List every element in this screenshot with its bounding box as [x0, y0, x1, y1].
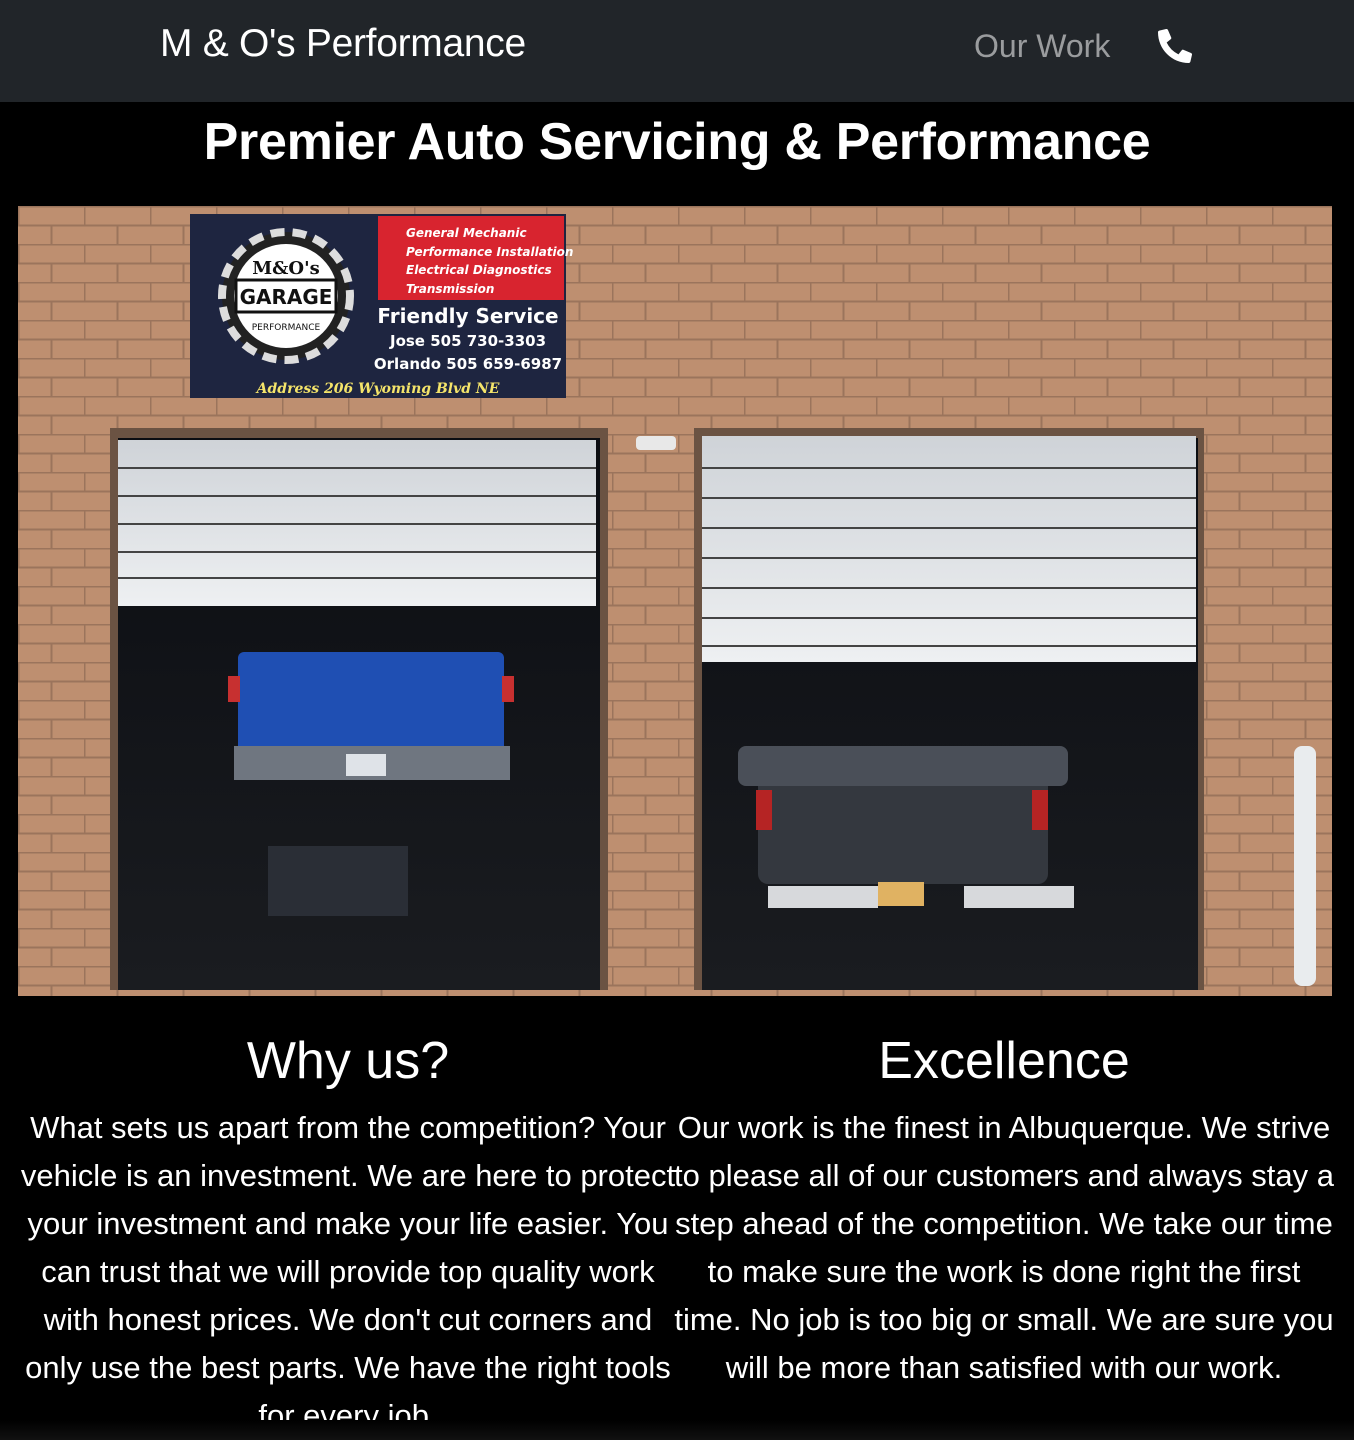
garage-bay-right	[694, 428, 1204, 990]
sign-tagline: Friendly Service	[377, 304, 558, 328]
hero-title: Premier Auto Servicing & Performance	[203, 113, 1151, 171]
sign-service-3: Electrical Diagnostics	[406, 263, 552, 277]
navbar: M & O's Performance Our Work	[0, 0, 1354, 102]
garage-photo: General Mechanic Performance Installatio…	[18, 206, 1332, 996]
svg-text:PERFORMANCE: PERFORMANCE	[252, 323, 321, 333]
garage-sign: General Mechanic Performance Installatio…	[190, 214, 573, 398]
bottom-edge	[0, 1420, 1354, 1440]
svg-text:M&O's: M&O's	[252, 258, 320, 279]
svg-text:GARAGE: GARAGE	[240, 285, 333, 309]
sign-service-1: General Mechanic	[406, 226, 527, 240]
sign-address: Address 206 Wyoming Blvd NE	[255, 381, 500, 397]
section-excellence: Excellence Our work is the finest in Alb…	[674, 1030, 1334, 1392]
phone-icon	[1158, 29, 1192, 63]
phone-link[interactable]	[1158, 28, 1192, 64]
garage-logo: GARAGE M&O's PERFORMANCE	[218, 228, 354, 364]
section-heading-why-us: Why us?	[246, 1032, 450, 1090]
sign-contact-jose: Jose 505 730-3303	[389, 332, 546, 350]
section-body-excellence: Our work is the finest in Albuquerque. W…	[674, 1110, 1334, 1385]
nav-link-our-work[interactable]: Our Work	[974, 28, 1110, 65]
section-heading-excellence: Excellence	[878, 1032, 1130, 1090]
sign-service-4: Transmission	[406, 282, 494, 296]
section-why-us: Why us? What sets us apart from the comp…	[18, 1030, 678, 1440]
sign-service-2: Performance Installation	[406, 245, 573, 259]
section-body-why-us: What sets us apart from the competition?…	[20, 1110, 676, 1433]
sign-contact-orlando: Orlando 505 659-6987	[374, 355, 562, 373]
garage-bay-left	[110, 428, 608, 990]
brand-link[interactable]: M & O's Performance	[160, 22, 526, 66]
